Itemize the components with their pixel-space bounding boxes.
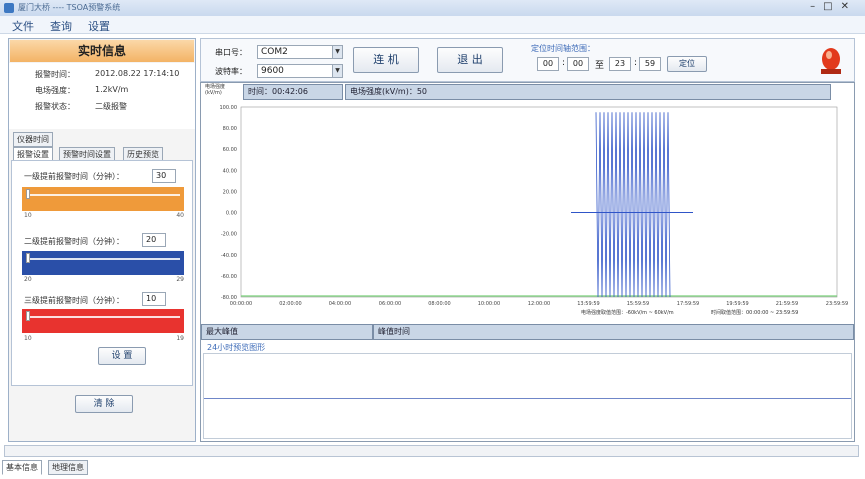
time-sep: : — [562, 58, 566, 68]
y-tick-label: 20.00 — [223, 189, 237, 195]
tab-geo-info[interactable]: 地理信息 — [48, 460, 88, 475]
time-header: 时间：00:42:06 — [243, 84, 343, 100]
y-axis-label: 电场强度 (kV/m) — [205, 84, 226, 96]
app-icon — [4, 3, 14, 13]
y-tick-label: -40.00 — [221, 253, 237, 259]
level3-label: 三级提前报警时间（分钟）： — [24, 296, 124, 305]
menu-bar: 文件 查询 设置 — [0, 16, 865, 34]
x-tick-label: 19:59:59 — [726, 301, 748, 307]
level1-label: 一级提前报警时间（分钟）： — [24, 172, 124, 181]
level3-input[interactable]: 10 — [142, 292, 166, 306]
end-minute-input[interactable]: 59 — [639, 57, 661, 71]
level3-range: 10 19 — [24, 335, 184, 342]
y-tick-label: 80.00 — [223, 126, 237, 132]
range-note-field: 电场强度取值范围：-60kV/m ~ 60kV/m — [581, 309, 674, 316]
alarm-settings-pane: 一级提前报警时间（分钟）： 30 10 40 二级提前报警时间（分钟）： 20 2… — [11, 160, 193, 386]
level2-slider[interactable] — [22, 251, 184, 275]
x-tick-label: 21:59:59 — [776, 301, 798, 307]
x-tick-label: 04:00:00 — [329, 301, 351, 307]
x-tick-label: 13:59:59 — [577, 301, 599, 307]
field-strength-value: 1.2kV/m — [95, 85, 129, 94]
window-controls[interactable]: –□✕ — [810, 1, 857, 12]
time-sep: : — [634, 58, 638, 68]
window-title: 厦门大桥 ---- TSOA预警系统 — [18, 3, 121, 12]
chevron-down-icon[interactable]: ▼ — [332, 46, 342, 58]
y-tick-label: 100.00 — [220, 105, 238, 111]
level2-input[interactable]: 20 — [142, 233, 166, 247]
preview-area — [203, 353, 852, 439]
left-panel: 实时信息 报警时间： 2012.08.22 17:14:10 电场强度： 1.2… — [8, 38, 196, 442]
status-bar — [4, 445, 859, 457]
start-hour-input[interactable]: 00 — [537, 57, 559, 71]
port-label: 串口号： — [215, 48, 247, 57]
toolbar: 串口号： COM2 ▼ 波特率： 9600 ▼ 连 机 退 出 定位时间轴范围： 0… — [200, 38, 855, 82]
clear-button[interactable]: 清 除 — [75, 395, 133, 413]
y-tick-label: -20.00 — [221, 232, 237, 238]
maximize-icon[interactable]: □ — [823, 1, 840, 12]
connect-button[interactable]: 连 机 — [353, 47, 419, 73]
to-label: 至 — [595, 61, 605, 71]
x-tick-label: 15:59:59 — [627, 301, 649, 307]
title-bar: 厦门大桥 ---- TSOA预警系统 –□✕ — [0, 0, 865, 16]
port-select[interactable]: COM2 ▼ — [257, 45, 343, 59]
time-range-title: 定位时间轴范围： — [531, 44, 595, 53]
y-tick-label: 60.00 — [223, 147, 237, 153]
menu-file[interactable]: 文件 — [12, 18, 34, 34]
alarm-light-icon — [821, 48, 841, 74]
preview-title: 24小时预览图形 — [207, 343, 266, 352]
level2-label: 二级提前报警时间（分钟）： — [24, 237, 124, 246]
y-tick-label: -60.00 — [221, 274, 237, 280]
settings-button[interactable]: 设 置 — [98, 347, 146, 365]
level2-range: 20 29 — [24, 276, 184, 283]
max-peak-header: 最大峰值 — [201, 324, 373, 340]
y-tick-label: 40.00 — [223, 168, 237, 174]
end-hour-input[interactable]: 23 — [609, 57, 631, 71]
field-strength-label: 电场强度： — [35, 86, 75, 95]
minimize-icon[interactable]: – — [810, 1, 823, 12]
x-tick-label: 10:00:00 — [478, 301, 500, 307]
slider-thumb[interactable] — [26, 253, 30, 263]
alarm-status-label: 报警状态： — [35, 102, 75, 111]
start-minute-input[interactable]: 00 — [567, 57, 589, 71]
slider-thumb[interactable] — [26, 189, 30, 199]
level1-input[interactable]: 30 — [152, 169, 176, 183]
x-tick-label: 08:00:00 — [428, 301, 450, 307]
menu-query[interactable]: 查询 — [50, 18, 72, 34]
y-tick-label: 0.00 — [226, 211, 237, 217]
x-tick-label: 02:00:00 — [279, 301, 301, 307]
range-note-time: 时间取值范围：00:00:00 ~ 23:59:59 — [711, 309, 798, 316]
level1-slider[interactable] — [22, 187, 184, 211]
x-tick-label: 23:59:59 — [826, 301, 848, 307]
alarm-time-value: 2012.08.22 17:14:10 — [95, 69, 180, 78]
baud-select[interactable]: 9600 ▼ — [257, 64, 343, 78]
realtime-title: 实时信息 — [10, 40, 194, 62]
x-tick-label: 12:00:00 — [528, 301, 550, 307]
tab-basic-info[interactable]: 基本信息 — [2, 460, 42, 475]
alarm-status-value: 二级报警 — [95, 102, 127, 111]
field-chart: 100.00 80.00 60.00 40.00 20.00 0.00 -20.00 -40.… — [220, 105, 849, 316]
chevron-down-icon[interactable]: ▼ — [332, 65, 342, 77]
baud-label: 波特率： — [215, 67, 247, 76]
tab-instrument-time[interactable]: 仪器时间 — [13, 132, 53, 147]
x-tick-label: 06:00:00 — [379, 301, 401, 307]
alarm-time-label: 报警时间： — [35, 70, 75, 79]
level1-range: 10 40 — [24, 212, 184, 219]
menu-settings[interactable]: 设置 — [88, 18, 110, 34]
chart-panel: 电场强度 (kV/m) 时间：00:42:06 电场强度(kV/m)：50 10… — [200, 82, 855, 442]
x-tick-label: 17:59:59 — [677, 301, 699, 307]
x-tick-label: 00:00:00 — [230, 301, 252, 307]
preview-baseline — [204, 398, 851, 399]
slider-thumb[interactable] — [26, 311, 30, 321]
peak-time-header: 峰值时间 — [373, 324, 854, 340]
plot-area — [240, 106, 838, 298]
field-header: 电场强度(kV/m)：50 — [345, 84, 831, 100]
exit-button[interactable]: 退 出 — [437, 47, 503, 73]
close-icon[interactable]: ✕ — [841, 1, 857, 12]
locate-button[interactable]: 定位 — [667, 56, 707, 72]
level3-slider[interactable] — [22, 309, 184, 333]
realtime-info: 报警时间： 2012.08.22 17:14:10 电场强度： 1.2kV/m … — [9, 63, 195, 129]
